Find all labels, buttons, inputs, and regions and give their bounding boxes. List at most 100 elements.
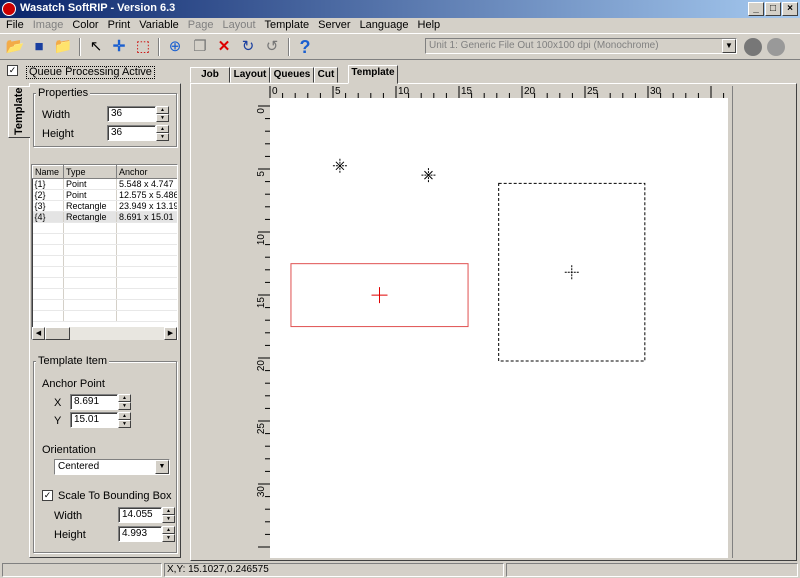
scale-height-field[interactable]: 4.993 xyxy=(118,526,162,542)
menu-print[interactable]: Print xyxy=(108,18,131,33)
unit-select[interactable]: Unit 1: Generic File Out 100x100 dpi (Mo… xyxy=(425,38,737,54)
delete-icon[interactable]: ✕ xyxy=(213,37,235,57)
menu-color[interactable]: Color xyxy=(72,18,98,33)
menu-help[interactable]: Help xyxy=(418,18,441,33)
scale-width-label: Width xyxy=(54,510,83,522)
list-cell-name: {1} xyxy=(32,178,64,190)
list-cell-anchor: 8.691 x 15.01 xyxy=(116,211,177,223)
list-cell-anchor: 23.949 x 13.19 xyxy=(116,200,177,212)
list-item[interactable]: {1} Point 5.548 x 4.747 xyxy=(32,178,177,190)
scroll-right-icon[interactable]: ▶ xyxy=(164,327,177,340)
menu-page: Page xyxy=(187,19,214,31)
top-ruler: 0 5 10 15 20 25 30 xyxy=(256,84,728,98)
queue-label: Queue Processing Active xyxy=(26,66,155,79)
list-cell-type: Point xyxy=(63,178,117,190)
column-header-anchor[interactable]: Anchor xyxy=(116,165,177,179)
open-folder-icon[interactable]: 📂 xyxy=(4,37,26,57)
list-item[interactable]: {2} Point 12.575 x 5.486 xyxy=(32,189,177,201)
add-point-icon[interactable]: ✛ xyxy=(108,37,130,57)
anchor-point-label: Anchor Point xyxy=(42,378,105,390)
list-cell-anchor: 5.548 x 4.747 xyxy=(116,178,177,190)
template-item-title: Template Item xyxy=(36,355,110,367)
list-cell-name: {4} xyxy=(32,211,64,223)
tab-layout[interactable]: Layout xyxy=(230,67,270,83)
chevron-down-icon[interactable]: ▼ xyxy=(722,39,736,53)
height-spinner[interactable]: ▲ ▼ xyxy=(156,125,169,141)
tab-template[interactable]: Template xyxy=(348,65,398,84)
tab-queues[interactable]: Queues xyxy=(270,67,314,83)
anchor-y-spinner[interactable]: ▲ ▼ xyxy=(118,412,131,428)
menu-template[interactable]: Template xyxy=(265,18,310,33)
list-item[interactable]: {3} Rectangle 23.949 x 13.19 xyxy=(32,200,177,212)
anchor-y-field[interactable]: 15.01 xyxy=(70,412,118,428)
help-icon[interactable]: ? xyxy=(294,37,316,57)
queue-checkbox-box[interactable]: ✓ xyxy=(7,64,18,76)
menu-variable[interactable]: Variable xyxy=(139,18,179,33)
title-bar: Wasatch SoftRIP - Version 6.3 _ □ × xyxy=(0,0,800,18)
menu-bar: File Image Color Print Variable Page Lay… xyxy=(0,18,800,33)
ruler-label: 30 xyxy=(256,486,267,498)
fit-icon[interactable]: ⊕ xyxy=(164,37,186,57)
list-cell-type: Point xyxy=(63,189,117,201)
scale-width-field[interactable]: 14.055 xyxy=(118,507,162,523)
template-rectangle[interactable] xyxy=(498,182,646,362)
copy-icon[interactable]: ❐ xyxy=(189,37,211,57)
list-cell-type: Rectangle xyxy=(63,211,117,223)
height-field[interactable]: 36 xyxy=(107,125,156,141)
tab-cut[interactable]: Cut xyxy=(314,67,338,83)
open-template-icon[interactable]: 📁 xyxy=(52,37,74,57)
maximize-button[interactable]: □ xyxy=(765,2,781,16)
anchor-x-field[interactable]: 8.691 xyxy=(70,394,118,410)
scale-checkbox[interactable]: ✓ xyxy=(42,489,53,501)
width-spinner[interactable]: ▲ ▼ xyxy=(156,106,169,122)
chevron-down-icon[interactable]: ▼ xyxy=(155,460,169,474)
template-point[interactable] xyxy=(332,158,347,173)
menu-layout: Layout xyxy=(222,19,256,31)
minimize-button[interactable]: _ xyxy=(748,2,764,16)
app-icon[interactable] xyxy=(2,2,16,16)
template-rectangle-selected[interactable] xyxy=(290,263,469,328)
scroll-left-icon[interactable]: ◀ xyxy=(32,327,45,340)
add-rectangle-icon[interactable]: ⬚ xyxy=(132,37,154,57)
ruler-label: 15 xyxy=(256,297,267,309)
tab-template-side-label: Template xyxy=(13,87,25,135)
column-header-type[interactable]: Type xyxy=(63,165,117,179)
template-point[interactable] xyxy=(421,168,436,183)
orientation-value: Centered xyxy=(58,461,100,472)
ruler-label: 30 xyxy=(650,86,662,97)
scale-checkbox-box[interactable]: ✓ xyxy=(42,489,53,501)
template-item-list[interactable]: Name Type Anchor {1} Point 5.548 x 4.747… xyxy=(31,164,178,340)
ruler-label: 10 xyxy=(256,234,267,246)
menu-server[interactable]: Server xyxy=(318,18,350,33)
save-icon[interactable]: ■ xyxy=(28,37,50,57)
pointer-icon[interactable]: ↖ xyxy=(85,37,107,57)
left-ruler: 0 5 10 15 20 25 30 xyxy=(256,98,270,558)
tab-job[interactable]: Job xyxy=(190,67,230,83)
close-button[interactable]: × xyxy=(782,2,798,16)
orientation-select[interactable]: Centered ▼ xyxy=(54,459,170,475)
template-canvas[interactable] xyxy=(270,98,728,558)
undo-icon[interactable]: ↺ xyxy=(261,37,283,57)
ruler-label: 15 xyxy=(461,86,473,97)
scroll-thumb[interactable] xyxy=(45,327,70,340)
redo-icon[interactable]: ↻ xyxy=(237,37,259,57)
menu-file[interactable]: File xyxy=(6,18,24,33)
column-header-name[interactable]: Name xyxy=(32,165,64,179)
queue-checkbox[interactable]: ✓ xyxy=(7,64,18,76)
ruler-label: 25 xyxy=(256,423,267,435)
cursor-coordinates: X,Y: 15.1027,0.246575 xyxy=(164,563,504,577)
scale-height-label: Height xyxy=(54,529,86,541)
gear-icon[interactable] xyxy=(744,38,762,56)
ruler-label: 20 xyxy=(524,86,536,97)
unit-select-value: Unit 1: Generic File Out 100x100 dpi (Mo… xyxy=(429,40,659,51)
anchor-x-spinner[interactable]: ▲ ▼ xyxy=(118,394,131,410)
list-item-selected[interactable]: {4} Rectangle 8.691 x 15.01 xyxy=(32,211,177,223)
width-field[interactable]: 36 xyxy=(107,106,156,122)
orientation-label: Orientation xyxy=(42,444,96,456)
menu-language[interactable]: Language xyxy=(360,18,409,33)
scale-width-spinner[interactable]: ▲ ▼ xyxy=(162,507,175,523)
tab-template-side[interactable]: Template xyxy=(8,86,30,138)
status-icon[interactable] xyxy=(767,38,785,56)
list-horizontal-scrollbar[interactable]: ◀ ▶ xyxy=(32,327,177,340)
scale-height-spinner[interactable]: ▲ ▼ xyxy=(162,526,175,542)
